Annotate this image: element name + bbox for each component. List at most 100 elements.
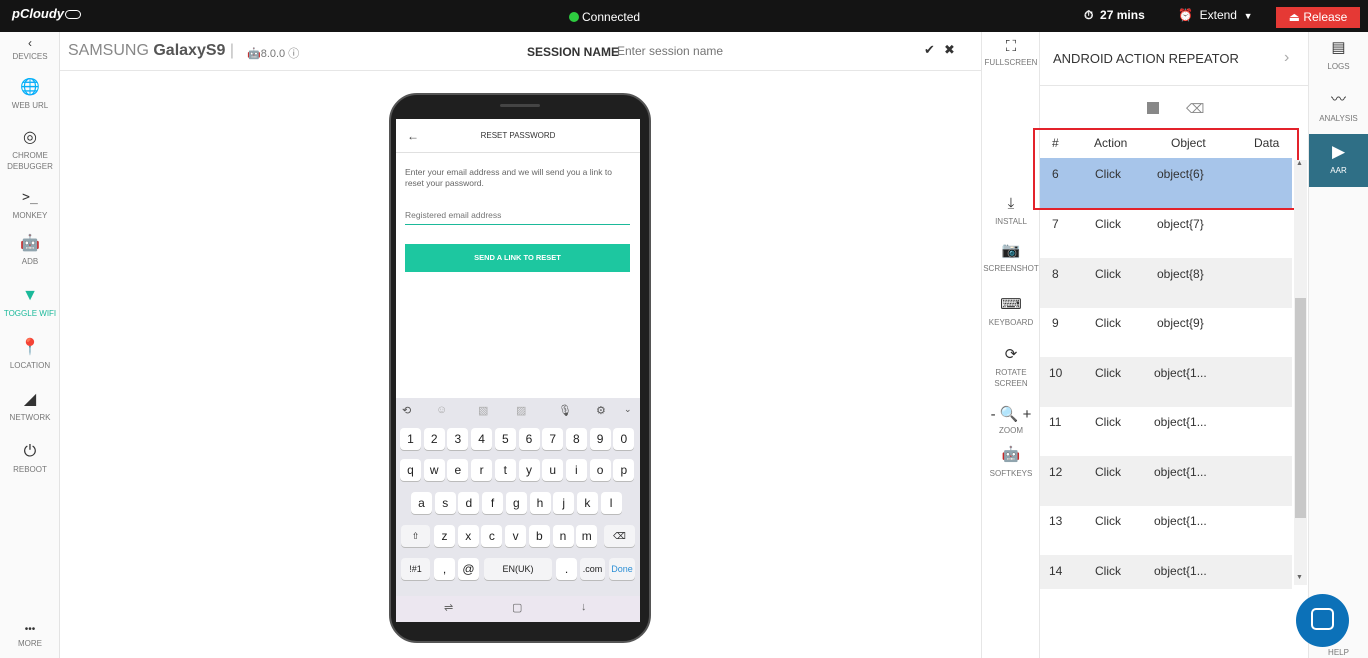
key-u[interactable]: u (542, 459, 564, 481)
key-f[interactable]: f (482, 492, 504, 514)
key-1[interactable]: 1 (400, 428, 421, 450)
sidebar-item-monkey[interactable]: >_ MONKEY (0, 188, 60, 221)
key-p[interactable]: p (613, 459, 635, 481)
scroll-up-icon[interactable]: ▲ (1296, 160, 1303, 167)
emoji-icon[interactable]: ☺ (436, 404, 447, 416)
extend-button[interactable]: ⏰ Extend ▼ (1178, 8, 1253, 22)
sidebar-item-adb[interactable]: 🤖 ADB (0, 234, 60, 267)
session-name-input[interactable] (617, 42, 817, 60)
tool-install[interactable]: ⤓ INSTALL (983, 195, 1039, 227)
sidebar-item-toggle-wifi[interactable]: ▼ TOGGLE WIFI (0, 286, 60, 319)
mic-icon[interactable]: 🎙 (558, 404, 572, 417)
image-icon[interactable]: ▨ (516, 404, 526, 417)
email-field[interactable] (405, 205, 630, 225)
space-key[interactable]: EN(UK) (484, 558, 552, 580)
key-e[interactable]: e (447, 459, 469, 481)
key-n[interactable]: n (552, 525, 574, 547)
sidebar-item-analysis[interactable]: 〰 ANALYSIS (1309, 90, 1368, 124)
device-title: SAMSUNG GalaxyS9 | (68, 42, 235, 59)
tool-fullscreen[interactable]: ⛶ FULLSCREEN (983, 38, 1039, 68)
send-reset-link-button[interactable]: SEND A LINK TO RESET (405, 244, 630, 272)
table-row[interactable]: 7 Click object{7} (1040, 208, 1292, 258)
key-4[interactable]: 4 (471, 428, 493, 450)
key-v[interactable]: v (505, 525, 527, 547)
table-row[interactable]: 11 Click object{1... (1040, 406, 1292, 456)
release-button[interactable]: ⏏ Release (1276, 7, 1360, 28)
recents-icon[interactable]: ⇌ (444, 601, 453, 614)
key-c[interactable]: c (481, 525, 503, 547)
dotcom-key[interactable]: .com (580, 558, 605, 580)
back-icon[interactable]: ↓ (581, 601, 587, 613)
backspace-key[interactable]: ⌫ (604, 525, 635, 547)
at-key[interactable]: @ (458, 558, 479, 580)
chevron-right-icon[interactable]: › (1284, 49, 1289, 67)
key-l[interactable]: l (600, 492, 622, 514)
chat-button[interactable] (1296, 594, 1349, 647)
connection-status: Connected (569, 10, 640, 24)
scroll-down-icon[interactable]: ▼ (1296, 574, 1303, 581)
sidebar-item-devices[interactable]: ‹ DEVICES (0, 37, 60, 62)
table-row[interactable]: 9 Click object{9} (1040, 307, 1292, 357)
key-a[interactable]: a (411, 492, 432, 514)
tool-rotate-screen[interactable]: ⟳ ROTATE SCREEN (983, 346, 1039, 389)
sidebar-item-chrome-debugger[interactable]: ◎ CHROME DEBUGGER (0, 128, 60, 172)
comma-key[interactable]: , (434, 558, 455, 580)
sidebar-item-logs[interactable]: ▤ LOGS (1309, 38, 1368, 72)
stop-icon[interactable] (1147, 102, 1159, 114)
key-k[interactable]: k (576, 492, 598, 514)
table-row[interactable]: 8 Click object{8} (1040, 258, 1292, 308)
table-row[interactable]: 10 Click object{1... (1040, 357, 1292, 407)
scrollbar-thumb[interactable] (1295, 298, 1306, 518)
key-q[interactable]: q (400, 459, 421, 481)
key-9[interactable]: 9 (589, 428, 611, 450)
key-d[interactable]: d (458, 492, 480, 514)
period-key[interactable]: . (556, 558, 577, 580)
sidebar-item-more[interactable]: ••• MORE (0, 624, 60, 649)
key-6[interactable]: 6 (518, 428, 540, 450)
key-h[interactable]: h (529, 492, 551, 514)
table-row[interactable]: 12 Click object{1... (1040, 456, 1292, 506)
key-m[interactable]: m (576, 525, 598, 547)
key-y[interactable]: y (518, 459, 540, 481)
tool-zoom[interactable]: - 🔍 + ZOOM (983, 406, 1039, 436)
done-key[interactable]: Done (609, 558, 635, 580)
key-j[interactable]: j (553, 492, 575, 514)
key-2[interactable]: 2 (423, 428, 445, 450)
eraser-icon[interactable]: ⌫ (1186, 101, 1204, 117)
key-s[interactable]: s (434, 492, 456, 514)
gear-icon[interactable]: ⚙ (596, 404, 606, 417)
tool-screenshot[interactable]: 📷 SCREENSHOT (983, 242, 1039, 274)
translate-icon[interactable]: ⟲ (402, 404, 411, 417)
key-t[interactable]: t (494, 459, 516, 481)
check-icon[interactable]: ✔ (924, 42, 935, 58)
key-z[interactable]: z (434, 525, 455, 547)
symbols-key[interactable]: !#1 (401, 558, 430, 580)
sidebar-item-location[interactable]: 📍 LOCATION (0, 338, 60, 371)
key-w[interactable]: w (423, 459, 445, 481)
home-icon[interactable]: ▢ (512, 601, 522, 614)
chevron-down-icon[interactable]: ⌄ (624, 404, 632, 415)
tool-keyboard[interactable]: ⌨ KEYBOARD (983, 296, 1039, 328)
sidebar-item-network[interactable]: ◢ NETWORK (0, 390, 60, 423)
close-icon[interactable]: ✖ (944, 42, 955, 58)
key-7[interactable]: 7 (542, 428, 564, 450)
key-b[interactable]: b (528, 525, 550, 547)
key-8[interactable]: 8 (565, 428, 587, 450)
key-3[interactable]: 3 (447, 428, 469, 450)
tool-softkeys[interactable]: 🤖 SOFTKEYS (983, 446, 1039, 479)
table-row[interactable]: 14 Click object{1... (1040, 555, 1292, 589)
key-g[interactable]: g (505, 492, 527, 514)
key-0[interactable]: 0 (613, 428, 635, 450)
key-x[interactable]: x (457, 525, 479, 547)
shift-key[interactable]: ⇧ (401, 525, 430, 547)
sidebar-item-reboot[interactable]: ⏻ REBOOT (0, 442, 60, 475)
key-5[interactable]: 5 (494, 428, 516, 450)
key-r[interactable]: r (471, 459, 493, 481)
header-divider (60, 70, 981, 71)
sidebar-item-web-url[interactable]: 🌐 WEB URL (0, 78, 60, 111)
sticker-icon[interactable]: ▧ (478, 404, 488, 417)
key-o[interactable]: o (589, 459, 611, 481)
key-i[interactable]: i (565, 459, 587, 481)
table-row[interactable]: 13 Click object{1... (1040, 505, 1292, 555)
aar-panel-title: ANDROID ACTION REPEATOR (1053, 51, 1239, 66)
